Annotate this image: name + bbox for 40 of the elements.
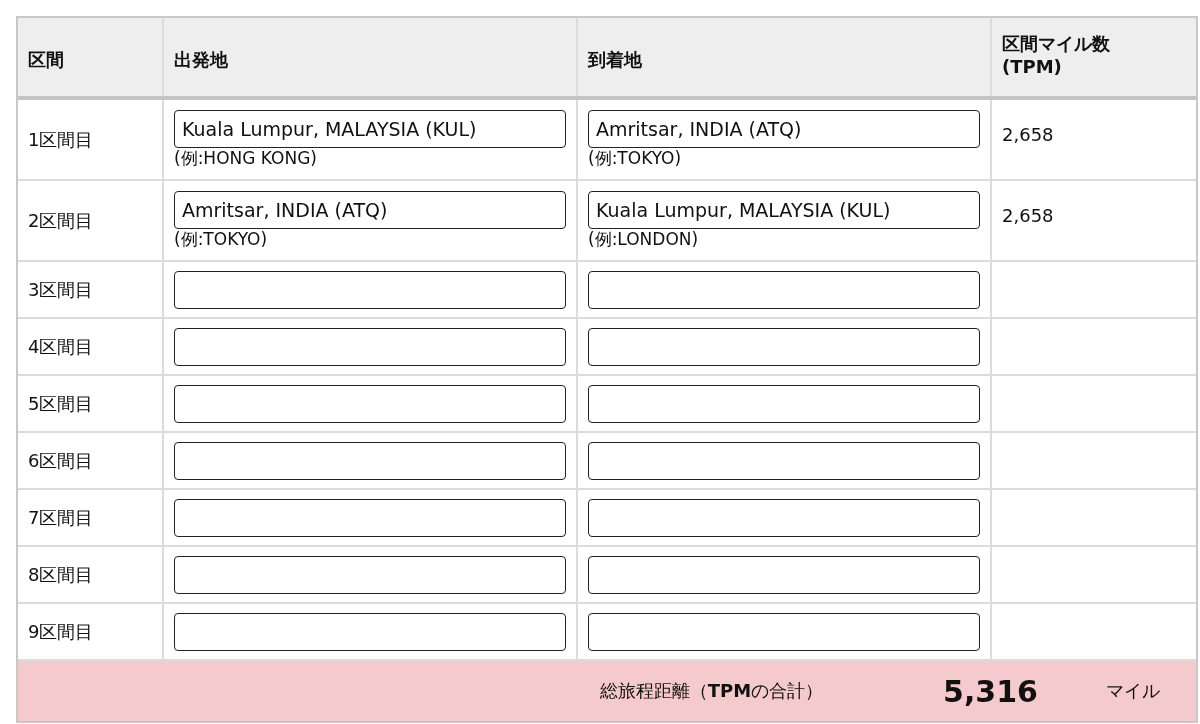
airport-input-field[interactable] bbox=[174, 384, 566, 423]
example-hint: (例:LONDON) bbox=[588, 229, 700, 250]
airport-input-field[interactable] bbox=[174, 441, 566, 480]
airport-input-field[interactable] bbox=[588, 498, 980, 537]
example-hint: (例:TOKYO) bbox=[588, 148, 683, 169]
column-header: 区間 bbox=[18, 18, 164, 96]
airport-input-field[interactable]: Amritsar, INDIA (ATQ) bbox=[174, 191, 566, 230]
airport-input-field[interactable] bbox=[588, 555, 980, 594]
total-miles: 5,316 bbox=[943, 673, 1038, 709]
airport-input-field[interactable] bbox=[174, 612, 566, 651]
example-hint: (例:TOKYO) bbox=[174, 229, 269, 250]
example-hint: (例:HONG KONG) bbox=[174, 148, 318, 169]
segment-label: 3区間目 bbox=[28, 277, 95, 302]
segment-miles: 2,658 bbox=[1002, 205, 1055, 226]
column-header: 区間マイル数 (TPM) bbox=[1001, 32, 1111, 80]
airport-input-field[interactable] bbox=[174, 327, 566, 366]
segment-label: 4区間目 bbox=[28, 334, 95, 359]
total-label: 総旅程距離（TPMの合計） bbox=[599, 679, 824, 703]
airport-input-field[interactable] bbox=[174, 555, 566, 594]
segment-label: 9区間目 bbox=[28, 619, 95, 644]
airport-input-field[interactable]: Amritsar, INDIA (ATQ) bbox=[588, 110, 980, 149]
column-header: 到着地 bbox=[578, 18, 992, 96]
column-header: 出発地 bbox=[164, 18, 578, 96]
segment-label: 6区間目 bbox=[28, 448, 95, 473]
airport-input-field[interactable]: Kuala Lumpur, MALAYSIA (KUL) bbox=[588, 191, 980, 230]
airport-input-field[interactable]: Kuala Lumpur, MALAYSIA (KUL) bbox=[174, 110, 566, 149]
airport-input-field[interactable] bbox=[588, 384, 980, 423]
airport-input-field[interactable] bbox=[588, 612, 980, 651]
airport-input-field[interactable] bbox=[174, 498, 566, 537]
airport-input-field[interactable] bbox=[588, 270, 980, 309]
airport-input-field[interactable] bbox=[174, 270, 566, 309]
segment-label: 1区間目 bbox=[28, 127, 95, 152]
segment-miles: 2,658 bbox=[1002, 124, 1055, 145]
miles-unit: マイル bbox=[1106, 679, 1160, 703]
segment-label: 5区間目 bbox=[28, 391, 95, 416]
airport-input-field[interactable] bbox=[588, 327, 980, 366]
segment-label: 8区間目 bbox=[28, 562, 95, 587]
airport-input-field[interactable] bbox=[588, 441, 980, 480]
segment-label: 2区間目 bbox=[28, 208, 95, 233]
segment-label: 7区間目 bbox=[28, 505, 95, 530]
